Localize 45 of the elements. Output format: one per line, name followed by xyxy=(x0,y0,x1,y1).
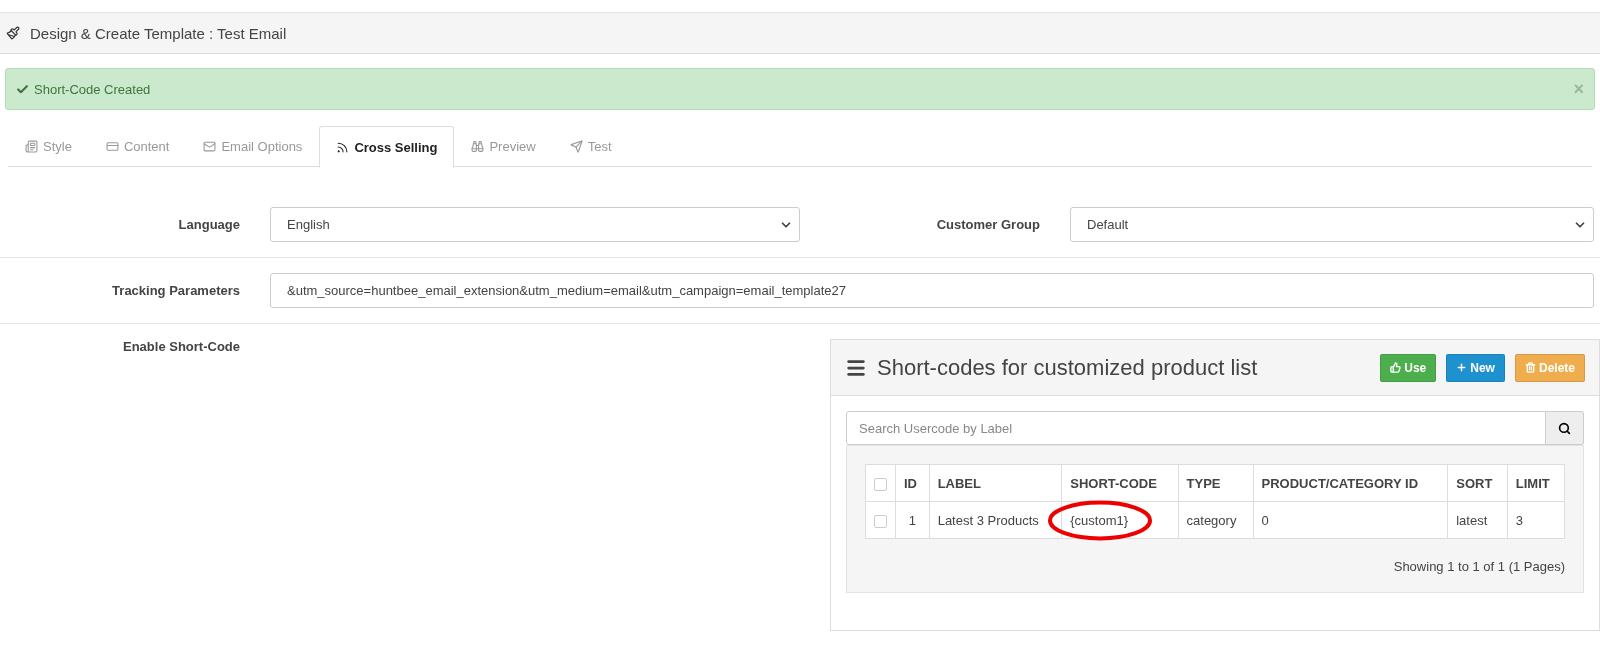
tracking-input[interactable]: &utm_source=huntbee_email_extension&utm_medium=email&utm_campaign=email_template27 xyxy=(270,273,1594,308)
customer-group-select[interactable]: Default xyxy=(1070,207,1594,242)
thumbs-up-icon xyxy=(1390,362,1402,373)
field-label: Tracking Parameters xyxy=(111,283,241,298)
checkbox[interactable] xyxy=(874,514,887,528)
search-button[interactable] xyxy=(1546,411,1584,445)
checkbox[interactable] xyxy=(874,477,887,491)
panel-action-button[interactable]: New xyxy=(1446,353,1505,382)
panel-action-button[interactable]: Use xyxy=(1380,353,1437,382)
search-field[interactable]: Search Usercode by Label xyxy=(846,411,1546,445)
search-icon xyxy=(1558,421,1571,435)
envelope-icon xyxy=(203,139,217,153)
panel-title: Short-codes for customized product list xyxy=(877,354,1259,381)
close-button[interactable]: × xyxy=(1573,78,1584,100)
column-header: ID xyxy=(895,464,930,502)
binoculars-icon xyxy=(471,139,485,153)
column-header: TYPE xyxy=(1178,464,1254,502)
trash-icon xyxy=(1524,362,1536,373)
plus-icon xyxy=(1456,362,1468,373)
column-header: PRODUCT/CATEGORY ID xyxy=(1253,464,1448,502)
field-label: Language xyxy=(177,217,241,232)
column-header: SHORT-CODE xyxy=(1061,464,1179,502)
panel-action-button[interactable]: Delete xyxy=(1514,353,1585,382)
alert-message: Short-Code Created xyxy=(34,81,152,97)
paper-plane-icon xyxy=(569,139,583,153)
page-title: Design & Create Template : Test Email xyxy=(30,24,287,42)
card-icon xyxy=(105,139,119,153)
brush-icon xyxy=(6,26,20,40)
field-label: Customer Group xyxy=(935,217,1041,232)
language-select[interactable]: English xyxy=(270,207,800,242)
check-icon xyxy=(16,82,29,96)
table-cell: Latest 3 Products xyxy=(929,501,1062,539)
table-cell: 3 xyxy=(1507,501,1565,539)
tab[interactable]: Cross Selling xyxy=(319,126,455,168)
column-header: LABEL xyxy=(929,464,1062,502)
newspaper-icon xyxy=(25,139,38,153)
table-cell: latest xyxy=(1447,501,1508,539)
table-cell: 1 xyxy=(895,501,930,539)
column-header: SORT xyxy=(1447,464,1508,502)
column-header: LIMIT xyxy=(1507,464,1565,502)
rss-icon xyxy=(336,140,350,154)
pagination-info: Showing 1 to 1 of 1 (1 Pages) xyxy=(1392,559,1565,574)
field-label: Enable Short-Code xyxy=(122,339,241,356)
table-cell: 0 xyxy=(1253,501,1448,539)
table-cell: category xyxy=(1178,501,1254,539)
